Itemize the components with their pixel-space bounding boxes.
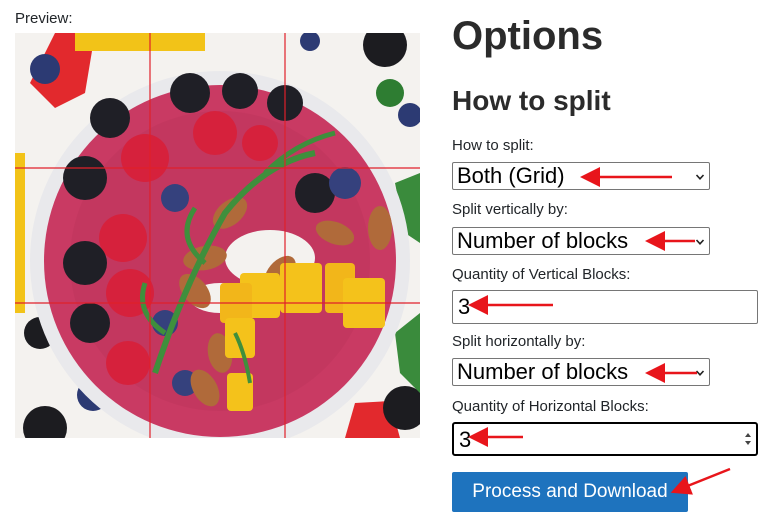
horizontal-blocks-value: 3 bbox=[459, 427, 472, 452]
chevron-down-icon bbox=[695, 239, 705, 245]
vertical-blocks-value: 3 bbox=[458, 294, 471, 319]
spinner-icon[interactable] bbox=[744, 429, 752, 449]
split-horizontally-label: Split horizontally by: bbox=[452, 333, 586, 350]
split-vertically-label: Split vertically by: bbox=[452, 201, 568, 218]
options-title: Options bbox=[452, 14, 604, 58]
split-horizontally-value: Number of blocks bbox=[457, 359, 629, 384]
chevron-down-icon bbox=[695, 370, 705, 376]
vertical-blocks-input[interactable]: 3 bbox=[452, 290, 758, 324]
split-horizontally-select[interactable]: Number of blocks bbox=[452, 358, 710, 386]
fruit-smoothie-bowl-image bbox=[15, 33, 420, 438]
how-to-split-heading: How to split bbox=[452, 85, 611, 116]
horizontal-blocks-input[interactable]: 3 bbox=[452, 422, 758, 456]
preview-label: Preview: bbox=[15, 10, 73, 27]
split-vertically-value: Number of blocks bbox=[457, 228, 629, 253]
how-to-split-label: How to split: bbox=[452, 137, 534, 154]
preview-image bbox=[15, 33, 420, 438]
split-vertically-select[interactable]: Number of blocks bbox=[452, 227, 710, 255]
chevron-down-icon bbox=[695, 174, 705, 180]
how-to-split-value: Both (Grid) bbox=[457, 163, 565, 188]
horizontal-blocks-label: Quantity of Horizontal Blocks: bbox=[452, 398, 649, 415]
process-and-download-button[interactable]: Process and Download bbox=[452, 472, 688, 512]
vertical-blocks-label: Quantity of Vertical Blocks: bbox=[452, 266, 631, 283]
how-to-split-select[interactable]: Both (Grid) bbox=[452, 162, 710, 190]
